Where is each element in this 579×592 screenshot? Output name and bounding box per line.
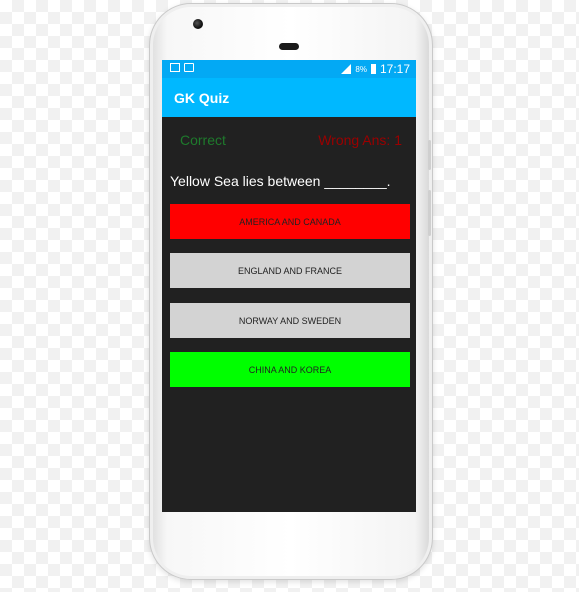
image-notification-icon (170, 63, 180, 72)
option-button-1[interactable]: AMERICA AND CANADA (170, 204, 410, 239)
status-clock: 17:17 (379, 62, 410, 76)
battery-percent: 8% (355, 64, 367, 74)
front-camera (193, 19, 203, 29)
volume-button (428, 140, 431, 170)
correct-count-label: Correct (180, 132, 226, 148)
wrong-count-label: Wrong Ans: 1 (318, 132, 402, 148)
signal-icon (341, 64, 352, 74)
question-text: Yellow Sea lies between ________. (170, 173, 391, 189)
app-bar: GK Quiz (162, 78, 416, 117)
power-button (428, 190, 431, 236)
battery-icon (370, 64, 376, 74)
quiz-content: Correct Wrong Ans: 1 Yellow Sea lies bet… (162, 117, 416, 512)
option-button-2[interactable]: ENGLAND AND FRANCE (170, 253, 410, 288)
app-title: GK Quiz (174, 89, 230, 106)
option-button-3[interactable]: NORWAY AND SWEDEN (170, 303, 410, 338)
mail-notification-icon (184, 63, 194, 72)
option-button-4[interactable]: CHINA AND KOREA (170, 352, 410, 387)
phone-screen: 8% 17:17 GK Quiz Correct Wrong Ans: 1 Ye… (162, 60, 416, 512)
status-bar: 8% 17:17 (162, 60, 416, 78)
earpiece-speaker (279, 43, 299, 50)
